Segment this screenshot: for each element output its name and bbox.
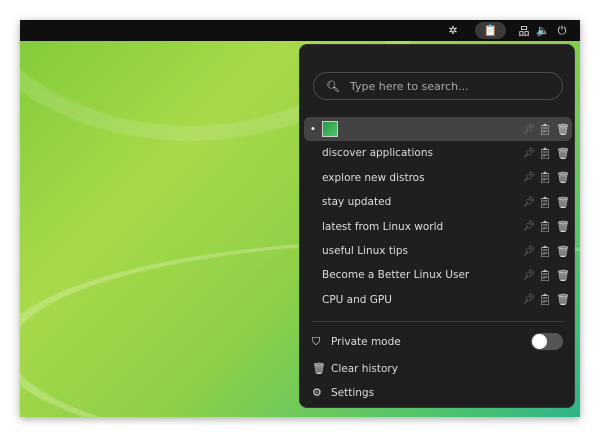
pin-icon[interactable]: 📌︎ bbox=[522, 270, 536, 281]
copy-icon[interactable]: 📋︎ bbox=[536, 220, 554, 233]
copy-icon[interactable]: 📋︎ bbox=[536, 245, 554, 258]
clipboard-indicator-button[interactable]: 📋 bbox=[475, 22, 506, 39]
pin-icon[interactable]: 📌︎ bbox=[522, 246, 536, 257]
delete-icon[interactable]: 🗑︎ bbox=[554, 245, 572, 258]
history-item-label: explore new distros bbox=[322, 171, 425, 184]
copy-icon[interactable]: 📋︎ bbox=[536, 171, 554, 184]
gear-icon: ⚙ bbox=[312, 386, 322, 399]
desktop: ✲ 📋 品 🔈 ⏻ 🔍︎ Type here to search... • 📌︎ 📋… bbox=[20, 20, 580, 417]
delete-icon[interactable]: 🗑︎ bbox=[554, 293, 572, 306]
history-item[interactable]: • 📌︎ 📋︎ 🗑︎ bbox=[304, 117, 572, 141]
settings-button[interactable]: ⚙ Settings bbox=[312, 384, 374, 401]
delete-icon[interactable]: 🗑︎ bbox=[554, 196, 572, 209]
pin-icon[interactable]: 📌︎ bbox=[522, 197, 536, 208]
history-item-label: Become a Better Linux User bbox=[322, 269, 470, 282]
history-item-label: stay updated bbox=[322, 196, 392, 209]
history-item-label bbox=[322, 121, 522, 137]
search-input[interactable]: 🔍︎ Type here to search... bbox=[313, 72, 563, 100]
top-bar: ✲ 📋 品 🔈 ⏻ bbox=[20, 20, 580, 41]
history-item[interactable]: explore new distros 📌︎ 📋︎ 🗑︎ bbox=[304, 166, 572, 190]
history-item-label: CPU and GPU bbox=[322, 293, 392, 306]
private-mode-toggle[interactable] bbox=[531, 333, 563, 350]
copy-icon[interactable]: 📋︎ bbox=[536, 147, 554, 160]
copy-icon[interactable]: 📋︎ bbox=[536, 123, 554, 136]
history-item-label: discover applications bbox=[322, 147, 433, 160]
network-icon[interactable]: 品 bbox=[517, 22, 531, 39]
shield-icon: ⛉ bbox=[312, 334, 321, 348]
delete-icon[interactable]: 🗑︎ bbox=[554, 171, 572, 184]
selected-dot: • bbox=[310, 123, 316, 135]
delete-icon[interactable]: 🗑︎ bbox=[554, 123, 572, 136]
trash-icon: 🗑︎ bbox=[312, 362, 326, 375]
pin-icon[interactable]: 📌︎ bbox=[522, 221, 536, 232]
image-thumbnail bbox=[322, 121, 338, 137]
search-icon: 🔍︎ bbox=[326, 79, 340, 93]
clipboard-menu: 🔍︎ Type here to search... • 📌︎ 📋︎ 🗑︎ discove… bbox=[299, 44, 575, 408]
history-item[interactable]: latest from Linux world 📌︎ 📋︎ 🗑︎ bbox=[304, 215, 572, 239]
delete-icon[interactable]: 🗑︎ bbox=[554, 269, 572, 282]
history-item[interactable]: CPU and GPU 📌︎ 📋︎ 🗑︎ bbox=[304, 288, 572, 312]
history-item[interactable]: discover applications 📌︎ 📋︎ 🗑︎ bbox=[304, 141, 572, 165]
history-item-label: latest from Linux world bbox=[322, 220, 444, 233]
extension-icon[interactable]: ✲ bbox=[445, 22, 461, 39]
volume-icon[interactable]: 🔈 bbox=[536, 22, 550, 39]
history-item[interactable]: Become a Better Linux User 📌︎ 📋︎ 🗑︎ bbox=[304, 263, 572, 287]
history-item-label: useful Linux tips bbox=[322, 245, 408, 257]
clear-history-button[interactable]: 🗑︎ Clear history bbox=[312, 360, 398, 377]
delete-icon[interactable]: 🗑︎ bbox=[554, 147, 572, 160]
history-item[interactable]: useful Linux tips 📌︎ 📋︎ 🗑︎ bbox=[304, 239, 572, 263]
pin-icon[interactable]: 📌︎ bbox=[522, 172, 536, 183]
private-mode-item[interactable]: ⛉ Private mode bbox=[312, 333, 401, 350]
copy-icon[interactable]: 📋︎ bbox=[536, 196, 554, 209]
divider bbox=[312, 321, 564, 322]
pin-icon[interactable]: 📌︎ bbox=[522, 148, 536, 159]
history-item[interactable]: stay updated 📌︎ 📋︎ 🗑︎ bbox=[304, 190, 572, 214]
delete-icon[interactable]: 🗑︎ bbox=[554, 220, 572, 233]
copy-icon[interactable]: 📋︎ bbox=[536, 269, 554, 282]
pin-icon[interactable]: 📌︎ bbox=[522, 294, 536, 305]
pin-icon[interactable]: 📌︎ bbox=[522, 124, 536, 135]
power-icon[interactable]: ⏻ bbox=[555, 22, 569, 39]
copy-icon[interactable]: 📋︎ bbox=[536, 293, 554, 306]
